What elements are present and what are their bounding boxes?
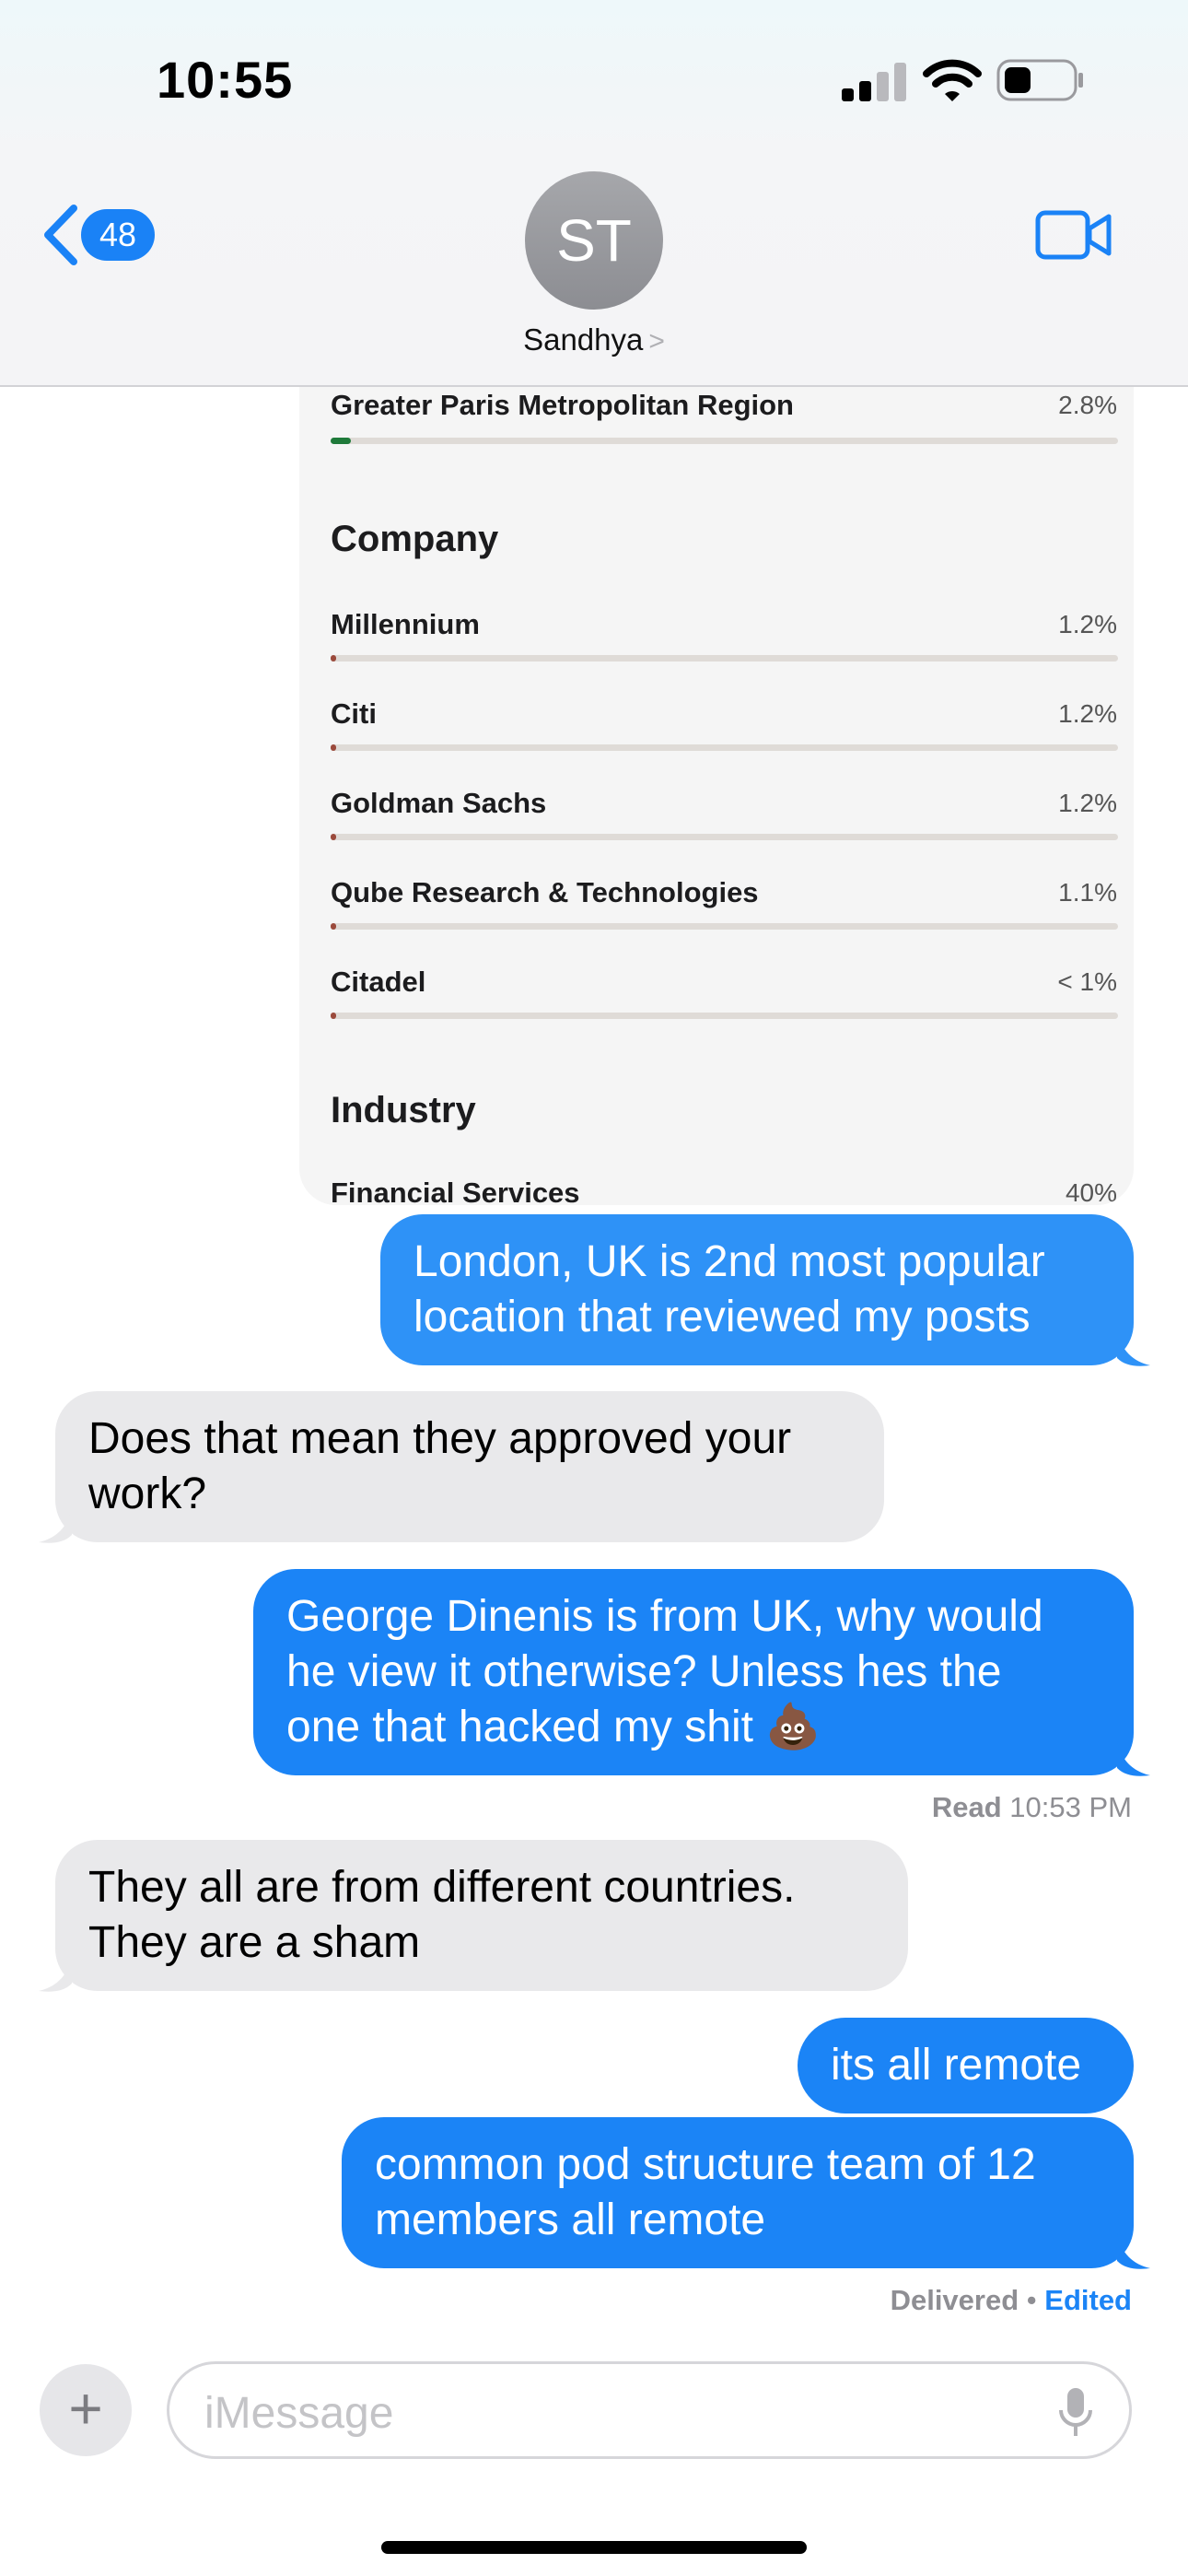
company-label: Qube Research & Technologies xyxy=(331,876,759,908)
message-line: common pod structure team of 12 xyxy=(375,2140,1036,2189)
read-receipt: Read 10:53 PM xyxy=(932,1791,1132,1824)
company-section-title: Company xyxy=(331,519,499,559)
message-line: George Dinenis is from UK, why would xyxy=(286,1592,1043,1641)
message-line: one that hacked my shit 💩 xyxy=(286,1703,821,1751)
read-label: Read xyxy=(931,1791,1002,1823)
read-time: 10:53 PM xyxy=(1009,1791,1132,1823)
message-line: London, UK is 2nd most popular xyxy=(413,1237,1045,1286)
industry-section-title: Industry xyxy=(331,1090,476,1130)
company-bar-fill xyxy=(331,1013,336,1019)
message-bubble-outgoing[interactable]: common pod structure team of 12 members … xyxy=(342,2117,1134,2268)
bubble-tail xyxy=(39,1507,72,1543)
location-label: Greater Paris Metropolitan Region xyxy=(331,389,794,421)
industry-label: Financial Services xyxy=(331,1177,580,1205)
message-line: location that reviewed my posts xyxy=(413,1293,1031,1341)
company-bar-track xyxy=(331,744,1118,751)
plus-icon: + xyxy=(68,2375,103,2441)
bubble-tail xyxy=(39,1956,72,1992)
company-bar-fill xyxy=(331,923,336,930)
company-bar-track xyxy=(331,1013,1118,1019)
company-value: 1.1% xyxy=(1058,878,1117,907)
location-bar-fill xyxy=(331,438,351,444)
message-line: They are a sham xyxy=(88,1918,421,1967)
message-bubble-incoming[interactable]: They all are from different countries. T… xyxy=(55,1840,908,1991)
message-line: members all remote xyxy=(375,2195,766,2244)
delivered-label: Delivered xyxy=(890,2284,1019,2316)
shared-analytics-card[interactable]: Greater Paris Metropolitan Region 2.8% C… xyxy=(299,332,1134,1205)
company-label: Goldman Sachs xyxy=(331,787,547,819)
message-bubble-outgoing[interactable]: London, UK is 2nd most popular location … xyxy=(380,1214,1134,1365)
imessage-input[interactable]: iMessage xyxy=(167,2361,1132,2459)
delivery-status: Delivered • Edited xyxy=(891,2284,1132,2317)
industry-value: 40% xyxy=(1065,1178,1117,1205)
company-bar-fill xyxy=(331,834,336,840)
edited-link[interactable]: Edited xyxy=(1044,2284,1132,2316)
battery-icon xyxy=(996,59,1083,101)
company-label: Citadel xyxy=(331,966,426,998)
company-bar-track xyxy=(331,923,1118,930)
home-indicator xyxy=(381,2541,807,2554)
message-line: work? xyxy=(88,1469,207,1518)
contact-avatar[interactable]: ST xyxy=(525,171,663,310)
signal-icon xyxy=(842,61,906,101)
company-value: < 1% xyxy=(1057,967,1117,996)
unread-count-badge: 48 xyxy=(81,209,155,261)
plus-button[interactable]: + xyxy=(40,2364,132,2456)
message-bubble-outgoing[interactable]: its all remote xyxy=(798,2018,1134,2113)
message-line: its all remote xyxy=(831,2041,1082,2090)
message-bubble-incoming[interactable]: Does that mean they approved your work? xyxy=(55,1391,884,1542)
message-line: They all are from different countries. xyxy=(88,1863,796,1912)
bubble-tail xyxy=(1117,1330,1150,1366)
bubble-tail xyxy=(1117,1740,1150,1776)
conversation-header: 10:55 48 ST Sandhya > xyxy=(0,0,1188,387)
location-value: 2.8% xyxy=(1058,391,1117,419)
company-label: Citi xyxy=(331,697,377,730)
status-separator: • xyxy=(1026,2284,1037,2316)
wifi-icon xyxy=(923,59,982,101)
microphone-icon[interactable] xyxy=(1057,2386,1094,2440)
company-bar-fill xyxy=(331,744,336,751)
input-placeholder: iMessage xyxy=(204,2389,394,2438)
company-value: 1.2% xyxy=(1058,610,1117,638)
message-line: he view it otherwise? Unless hes the xyxy=(286,1647,1002,1696)
company-bar-track xyxy=(331,655,1118,662)
location-bar-track xyxy=(331,438,1118,444)
back-chevron-icon xyxy=(44,205,77,265)
message-line: Does that mean they approved your xyxy=(88,1414,792,1463)
contact-name: Sandhya xyxy=(523,322,644,357)
bubble-tail xyxy=(1117,2233,1150,2269)
chevron-right-icon: > xyxy=(648,326,665,357)
message-bubble-outgoing[interactable]: George Dinenis is from UK, why would he … xyxy=(253,1569,1134,1775)
status-time: 10:55 xyxy=(157,51,294,109)
company-bar-track xyxy=(331,834,1118,840)
contact-name-button[interactable]: Sandhya > xyxy=(460,322,728,357)
back-button[interactable]: 48 xyxy=(41,203,169,267)
video-camera-icon[interactable] xyxy=(1035,208,1112,263)
company-value: 1.2% xyxy=(1058,789,1117,817)
company-label: Millennium xyxy=(331,608,480,640)
company-bar-fill xyxy=(331,655,336,662)
company-value: 1.2% xyxy=(1058,699,1117,728)
